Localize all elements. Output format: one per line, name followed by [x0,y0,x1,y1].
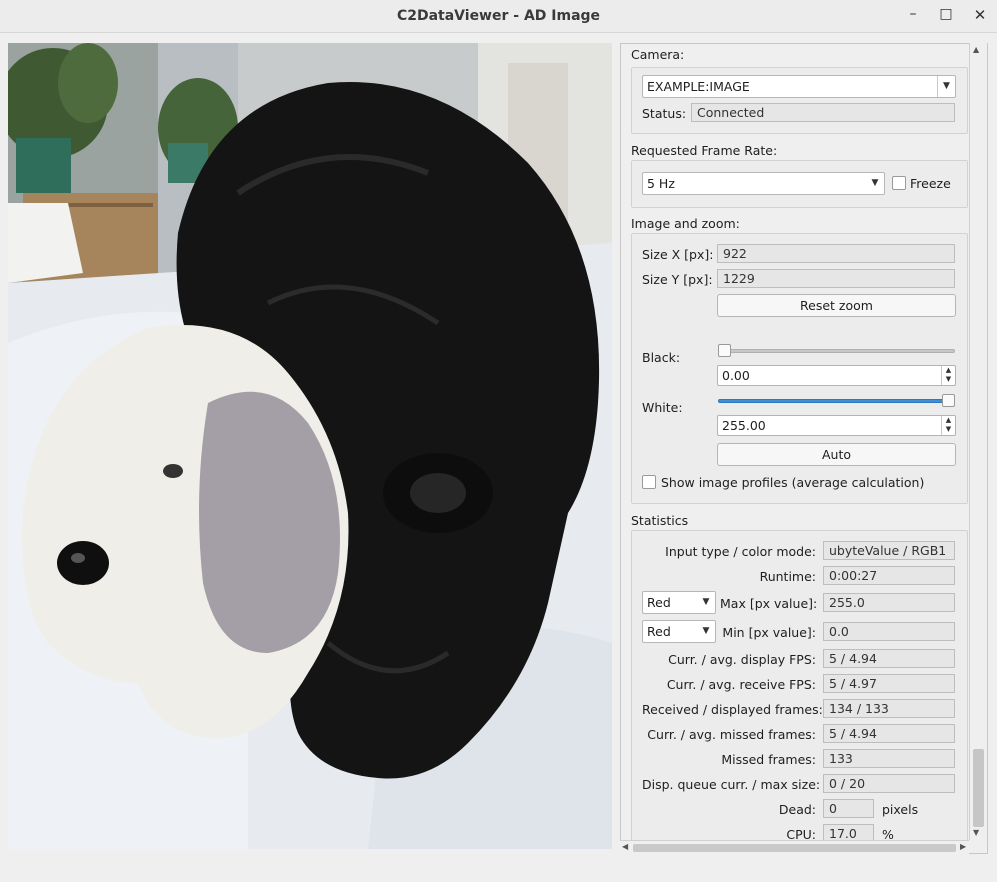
reset-zoom-button[interactable]: Reset zoom [717,294,956,317]
queue-field: 0 / 20 [823,774,955,793]
black-value: 0.00 [722,368,750,383]
white-value: 255.00 [722,418,766,433]
horizontal-scroll-thumb[interactable] [633,844,956,852]
dead-label: Dead: [778,802,816,817]
receive-fps-field: 5 / 4.97 [823,674,955,693]
vertical-scroll-thumb[interactable] [973,749,984,827]
camera-pv-value: EXAMPLE:IMAGE [647,79,750,94]
frames-field: 134 / 133 [823,699,955,718]
receive-fps-label: Curr. / avg. receive FPS: [666,677,816,692]
status-field: Connected [691,103,955,122]
min-field: 0.0 [823,622,955,641]
scroll-down-icon[interactable]: ▼ [973,828,979,837]
black-spinbox[interactable]: 0.00 ▲ ▼ [717,365,956,386]
window-title: C2DataViewer - AD Image [396,8,601,24]
profiles-checkbox[interactable] [642,475,656,489]
close-icon[interactable]: ✕ [969,6,991,26]
image-display[interactable] [8,43,612,849]
missed-fps-label: Curr. / avg. missed frames: [647,727,816,742]
chevron-down-icon[interactable]: ▼ [937,76,955,97]
auto-button[interactable]: Auto [717,443,956,466]
spin-arrows-icon[interactable]: ▲ ▼ [941,366,955,385]
black-label: Black: [642,350,681,365]
chevron-down-icon[interactable]: ▼ [866,173,884,194]
horizontal-scrollbar[interactable]: ◀ ▶ [620,840,969,854]
scroll-right-icon[interactable]: ▶ [960,842,966,851]
chevron-down-icon[interactable]: ▼ [697,621,715,642]
missed-frames-field: 133 [823,749,955,768]
status-label: Status: [642,106,687,121]
white-slider-handle[interactable] [942,394,955,407]
size-x-field: 922 [717,244,955,263]
frame-rate-combo[interactable]: 5 Hz ▼ [642,172,885,195]
input-type-label: Input type / color mode: [665,544,816,559]
missed-fps-field: 5 / 4.94 [823,724,955,743]
scroll-up-icon[interactable]: ▲ [973,45,979,54]
frames-label: Received / displayed frames: [642,702,823,717]
white-spinbox[interactable]: 255.00 ▲ ▼ [717,415,956,436]
size-y-label: Size Y [px]: [642,272,713,287]
camera-image [8,43,612,849]
white-label: White: [642,400,683,415]
black-slider[interactable] [718,349,955,353]
max-field: 255.0 [823,593,955,612]
statistics-group: Input type / color mode: ubyteValue / RG… [631,530,968,853]
freeze-checkbox[interactable] [892,176,906,190]
profiles-label: Show image profiles (average calculation… [661,475,925,490]
minimize-icon[interactable]: – [902,6,924,26]
freeze-label: Freeze [910,176,951,191]
image-zoom-group: Size X [px]: 922 Size Y [px]: 1229 Reset… [631,233,968,504]
size-x-label: Size X [px]: [642,247,714,262]
min-label: Min [px value]: [722,625,816,640]
title-bar: C2DataViewer - AD Image – □ ✕ [0,0,997,33]
camera-pv-combo[interactable]: EXAMPLE:IMAGE ▼ [642,75,956,98]
max-label: Max [px value]: [720,596,818,611]
min-channel-combo[interactable]: Red ▼ [642,620,716,643]
max-channel-value: Red [647,595,671,610]
runtime-field: 0:00:27 [823,566,955,585]
missed-frames-label: Missed frames: [721,752,816,767]
vertical-scrollbar[interactable]: ▲ ▼ [969,43,987,840]
frame-rate-value: 5 Hz [647,176,675,191]
frame-rate-group-label: Requested Frame Rate: [631,143,778,158]
camera-group: EXAMPLE:IMAGE ▼ Status: Connected [631,67,968,134]
white-slider[interactable] [718,399,955,403]
black-slider-handle[interactable] [718,344,731,357]
statistics-group-label: Statistics [631,513,689,528]
camera-group-label: Camera: [631,47,685,62]
runtime-label: Runtime: [759,569,816,584]
dead-field: 0 [823,799,874,818]
queue-label: Disp. queue curr. / max size: [642,777,821,792]
scroll-left-icon[interactable]: ◀ [622,842,628,851]
frame-rate-group: 5 Hz ▼ Freeze [631,160,968,208]
min-channel-value: Red [647,624,671,639]
display-fps-field: 5 / 4.94 [823,649,955,668]
image-zoom-group-label: Image and zoom: [631,216,740,231]
input-type-field: ubyteValue / RGB1 [823,541,955,560]
spin-arrows-icon[interactable]: ▲ ▼ [941,416,955,435]
size-y-field: 1229 [717,269,955,288]
chevron-down-icon[interactable]: ▼ [697,592,715,613]
max-channel-combo[interactable]: Red ▼ [642,591,716,614]
control-panel: Camera: EXAMPLE:IMAGE ▼ Status: Connecte… [620,43,988,854]
dead-unit: pixels [882,802,919,817]
display-fps-label: Curr. / avg. display FPS: [668,652,816,667]
maximize-icon[interactable]: □ [935,6,957,26]
